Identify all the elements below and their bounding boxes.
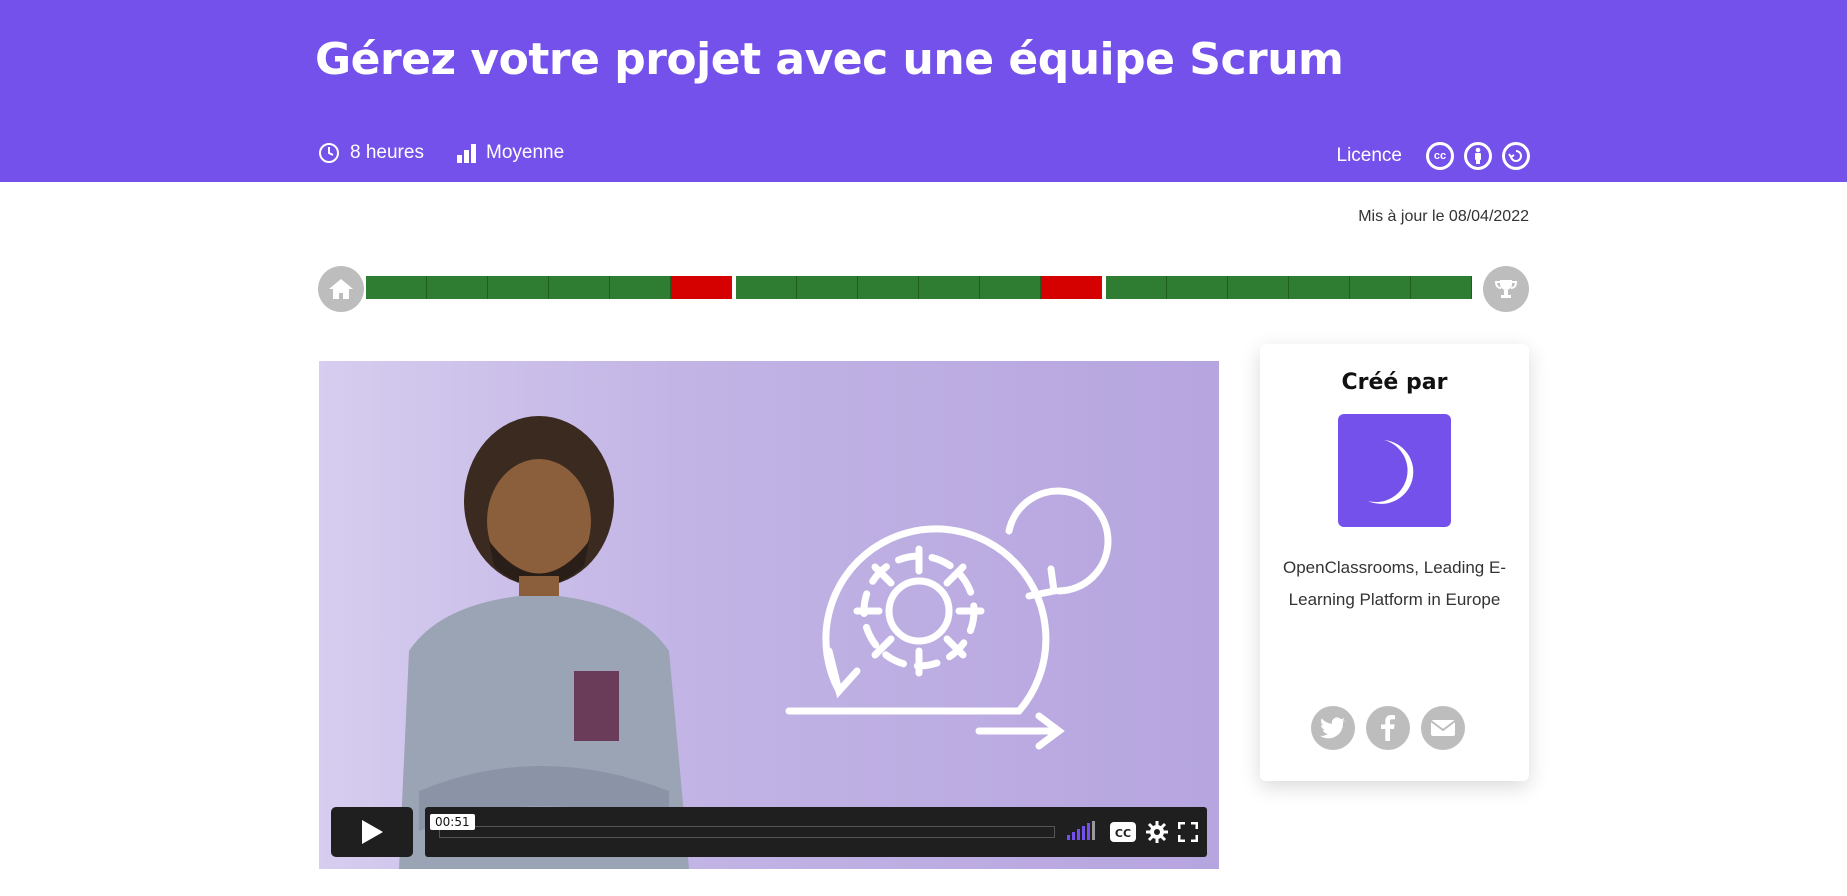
svg-text:CC: CC <box>1115 827 1131 840</box>
play-icon <box>362 820 383 844</box>
play-button[interactable] <box>331 807 413 857</box>
progress-segment[interactable] <box>1041 276 1102 299</box>
time-tooltip: 00:51 <box>430 814 475 830</box>
progress-track <box>366 276 1476 299</box>
progress-segment[interactable] <box>366 276 427 299</box>
level: Moyenne <box>456 142 564 164</box>
mail-icon[interactable] <box>1421 706 1465 750</box>
author-heading: Créé par <box>1341 370 1448 395</box>
cc-icon[interactable]: cc <box>1426 142 1454 170</box>
sa-icon[interactable] <box>1502 142 1530 170</box>
facebook-icon[interactable] <box>1366 706 1410 750</box>
progress-segment[interactable] <box>488 276 549 299</box>
progress-segment[interactable] <box>1167 276 1228 299</box>
updated-date: Mis à jour le 08/04/2022 <box>1358 208 1529 225</box>
progress-segment[interactable] <box>797 276 858 299</box>
course-header: Gérez votre projet avec une équipe Scrum… <box>0 0 1847 182</box>
author-name[interactable]: OpenClassrooms, Leading E-Learning Platf… <box>1280 552 1509 616</box>
course-progress <box>318 266 1529 312</box>
progress-chapter-3 <box>1106 276 1472 299</box>
level-bars-icon <box>457 144 476 163</box>
captions-icon[interactable]: CC <box>1109 821 1137 843</box>
progress-segment[interactable] <box>1106 276 1167 299</box>
video-controls: 00:51 CC <box>331 807 1207 857</box>
licence-label: Licence <box>1336 145 1403 166</box>
progress-segment[interactable] <box>858 276 919 299</box>
twitter-icon[interactable] <box>1311 706 1355 750</box>
share-links <box>1311 706 1476 750</box>
by-icon[interactable] <box>1464 142 1492 170</box>
settings-gear-icon[interactable] <box>1145 820 1169 844</box>
progress-segment[interactable] <box>1350 276 1411 299</box>
scrum-cycle-illustration <box>785 487 1112 750</box>
progress-segment[interactable] <box>549 276 610 299</box>
fullscreen-icon[interactable] <box>1178 822 1198 842</box>
duration-text: 8 heures <box>350 142 424 163</box>
licence: Licence cc <box>1336 142 1530 170</box>
instructor-image <box>399 416 689 869</box>
clock-icon <box>319 143 339 163</box>
volume-icon[interactable] <box>1067 821 1097 841</box>
trophy-icon[interactable] <box>1483 266 1529 312</box>
control-bar: 00:51 CC <box>425 807 1207 857</box>
seek-bar[interactable]: 00:51 <box>430 814 1055 838</box>
openclassrooms-logo[interactable] <box>1338 414 1451 527</box>
progress-segment[interactable] <box>1289 276 1350 299</box>
progress-segment[interactable] <box>427 276 488 299</box>
progress-segment[interactable] <box>671 276 732 299</box>
progress-segment[interactable] <box>980 276 1041 299</box>
author-card: Créé par OpenClassrooms, Leading E-Learn… <box>1260 344 1529 781</box>
progress-segment[interactable] <box>736 276 797 299</box>
home-icon[interactable] <box>318 266 364 312</box>
progress-segment[interactable] <box>919 276 980 299</box>
level-text: Moyenne <box>486 142 565 163</box>
progress-chapter-2 <box>736 276 1102 299</box>
progress-segment[interactable] <box>1228 276 1289 299</box>
course-title: Gérez votre projet avec une équipe Scrum <box>315 34 1344 85</box>
progress-segment[interactable] <box>610 276 671 299</box>
video-player[interactable]: 00:51 CC <box>319 361 1219 869</box>
progress-chapter-1 <box>366 276 732 299</box>
duration: 8 heures <box>318 142 424 164</box>
progress-segment[interactable] <box>1411 276 1472 299</box>
